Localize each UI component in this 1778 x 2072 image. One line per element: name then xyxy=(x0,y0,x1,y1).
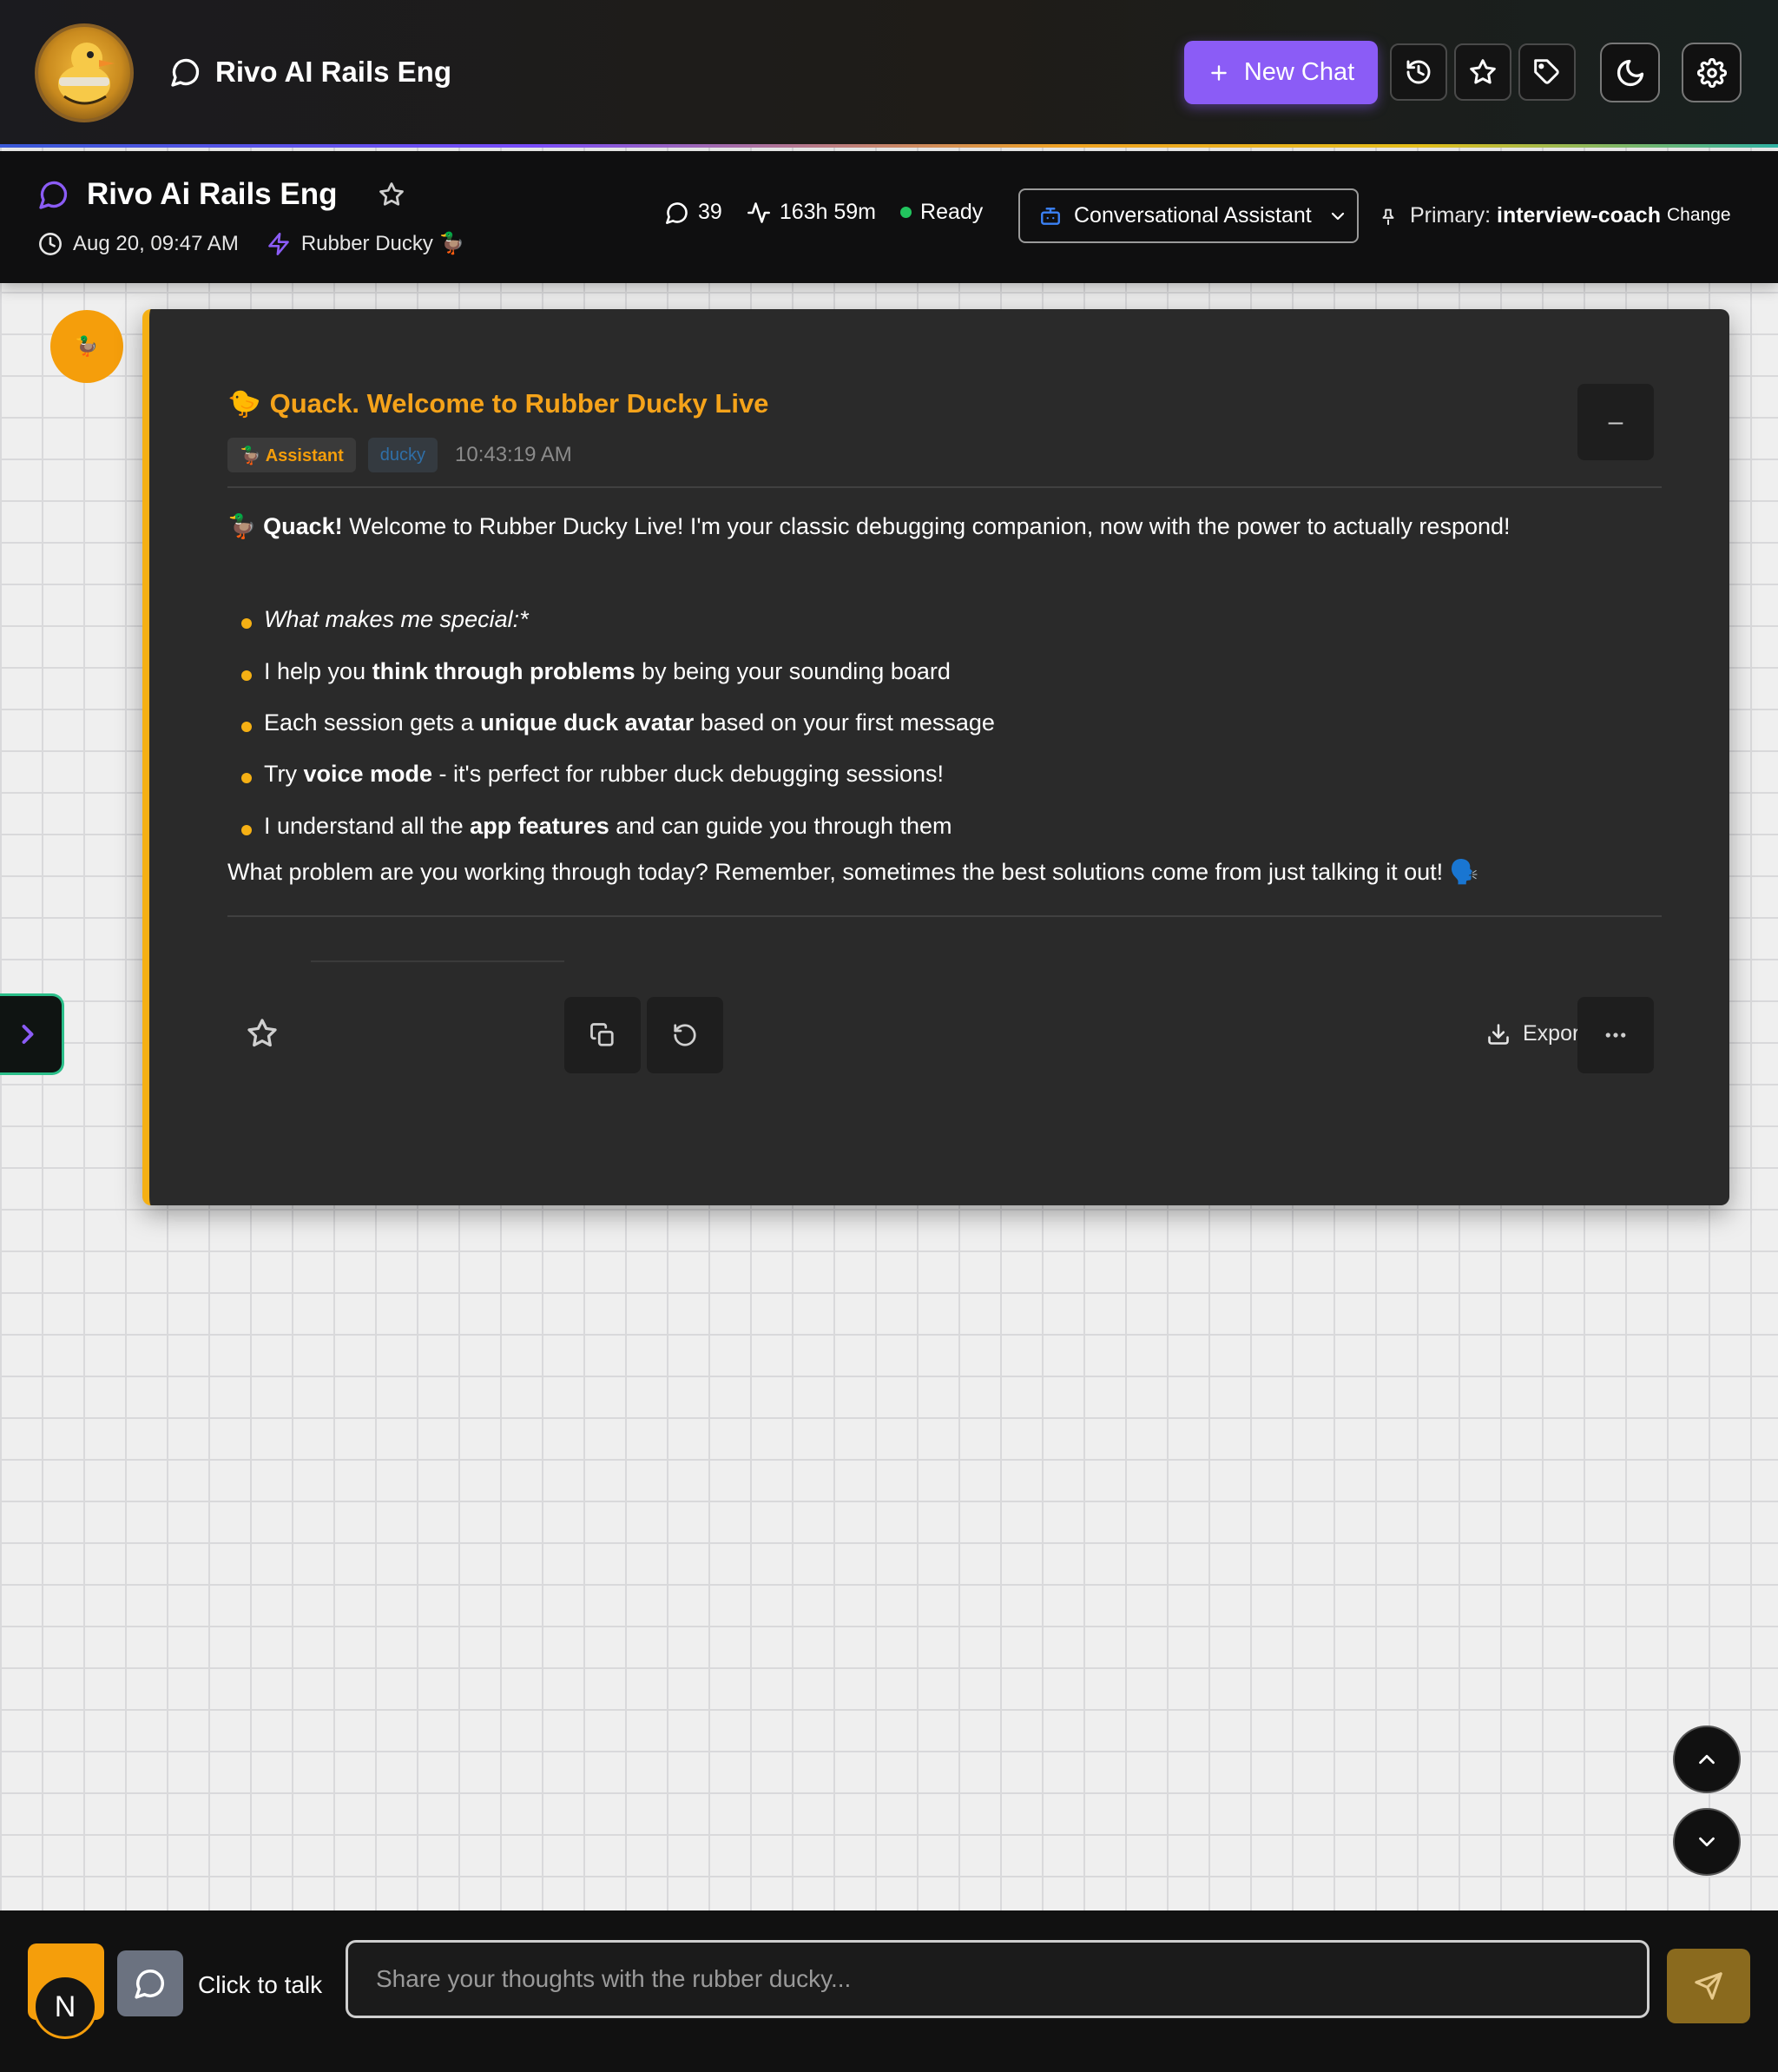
duckling-emoji: 🐤 xyxy=(227,388,261,419)
list-item: What makes me special:* xyxy=(227,606,529,633)
star-icon xyxy=(247,1018,278,1049)
message-badges: 🦆 Assistant ducky 10:43:19 AM xyxy=(227,438,572,472)
primary-agent: Primary: interview-coach xyxy=(1379,203,1661,228)
session-title-row: Rivo Ai Rails Eng xyxy=(38,177,405,212)
assistant-avatar: 🦆 xyxy=(50,310,123,383)
list-item: Each session gets a unique duck avatar b… xyxy=(227,709,995,736)
divider xyxy=(227,486,1662,488)
session-stats: 39 163h 59m Ready xyxy=(665,200,1007,225)
moon-icon xyxy=(1615,57,1646,89)
status-indicator: Ready xyxy=(900,200,983,225)
intro-emoji: 🦆 xyxy=(227,513,264,539)
session-duration: 163h 59m xyxy=(747,200,876,225)
refresh-icon xyxy=(672,1022,698,1048)
intro-bold: Quack! xyxy=(263,513,343,539)
click-to-talk-label[interactable]: Click to talk xyxy=(198,1971,322,1999)
session-meta: Aug 20, 09:47 AM Rubber Ducky 🦆 xyxy=(38,231,464,256)
user-avatar[interactable]: N xyxy=(33,1975,97,2039)
session-title: Rivo Ai Rails Eng xyxy=(87,177,338,211)
scroll-up-button[interactable] xyxy=(1673,1726,1741,1793)
session-date: Aug 20, 09:47 AM xyxy=(73,231,239,255)
send-icon xyxy=(1694,1971,1723,2001)
assistant-mode-select[interactable]: Conversational Assistant xyxy=(1018,188,1359,243)
activity-icon xyxy=(747,201,771,225)
chat-bubble-icon xyxy=(170,56,201,88)
role-badge: 🦆 Assistant xyxy=(227,438,356,472)
new-chat-label: New Chat xyxy=(1243,58,1355,86)
sidebar-toggle[interactable] xyxy=(0,993,64,1075)
chat-bubble-icon xyxy=(38,179,69,210)
app-title-group: Rivo AI Rails Eng xyxy=(170,56,451,89)
copy-button[interactable] xyxy=(564,997,641,1073)
status-text: Ready xyxy=(920,200,984,224)
history-button[interactable] xyxy=(1390,43,1447,101)
theme-toggle-button[interactable] xyxy=(1600,43,1660,102)
input-bar: N Click to talk xyxy=(0,1910,1778,2072)
history-icon xyxy=(1405,58,1432,86)
primary-label: Primary: xyxy=(1410,203,1492,228)
message-card: 🐤 Quack. Welcome to Rubber Ducky Live 🦆 … xyxy=(142,309,1729,1205)
message-intro: 🦆 Quack! Welcome to Rubber Ducky Live! I… xyxy=(227,512,1511,540)
lightning-icon xyxy=(267,232,291,256)
list-item: Try voice mode - it's perfect for rubber… xyxy=(227,761,944,788)
list-item: I help you think through problems by bei… xyxy=(227,658,951,685)
app-logo[interactable] xyxy=(35,23,134,122)
message-input[interactable] xyxy=(346,1940,1650,2018)
bot-icon xyxy=(1039,205,1062,228)
send-button[interactable] xyxy=(1667,1949,1750,2023)
app-title: Rivo AI Rails Eng xyxy=(215,56,451,88)
favorite-star-icon[interactable] xyxy=(379,181,405,208)
tags-button[interactable] xyxy=(1518,43,1576,101)
settings-button[interactable] xyxy=(1682,43,1742,102)
more-options-button[interactable] xyxy=(1577,997,1654,1073)
top-app-bar: Rivo AI Rails Eng New Chat xyxy=(0,0,1778,148)
message-closing: What problem are you working through tod… xyxy=(227,859,1479,885)
tag-badge[interactable]: ducky xyxy=(367,438,438,472)
regenerate-button[interactable] xyxy=(647,997,723,1073)
new-chat-button[interactable]: New Chat xyxy=(1184,41,1378,104)
status-dot-icon xyxy=(900,207,912,218)
duration-value: 163h 59m xyxy=(779,200,877,224)
divider xyxy=(227,915,1662,917)
session-header: Rivo Ai Rails Eng Aug 20, 09:47 AM Rubbe… xyxy=(0,151,1778,283)
message-title-text: Quack. Welcome to Rubber Ducky Live xyxy=(269,387,769,419)
chat-bubble-icon xyxy=(134,1967,167,2000)
collapse-button[interactable]: – xyxy=(1577,384,1654,460)
clock-icon xyxy=(38,232,63,256)
divider xyxy=(311,960,564,962)
message-icon xyxy=(665,201,689,225)
download-icon xyxy=(1486,1022,1511,1046)
session-persona: Rubber Ducky 🦆 xyxy=(300,232,465,255)
intro-text: Welcome to Rubber Ducky Live! I'm your c… xyxy=(342,513,1511,539)
star-icon xyxy=(1469,58,1497,86)
chevron-right-icon xyxy=(12,1019,43,1050)
copy-icon xyxy=(589,1022,616,1048)
pin-icon xyxy=(1379,207,1398,226)
chevron-down-icon xyxy=(1694,1829,1720,1855)
message-count: 39 xyxy=(665,200,722,225)
message-timestamp: 10:43:19 AM xyxy=(455,443,572,466)
gear-icon xyxy=(1696,57,1727,88)
message-title: 🐤 Quack. Welcome to Rubber Ducky Live xyxy=(227,387,768,419)
tag-icon xyxy=(1533,58,1561,86)
export-button[interactable]: Export xyxy=(1486,1021,1580,1046)
chevron-up-icon xyxy=(1694,1746,1720,1772)
chevron-down-icon xyxy=(1327,206,1348,227)
export-label: Export xyxy=(1523,1021,1580,1046)
message-count-value: 39 xyxy=(698,200,722,224)
favorites-button[interactable] xyxy=(1454,43,1511,101)
assistant-mode-label: Conversational Assistant xyxy=(1074,203,1312,228)
primary-value: interview-coach xyxy=(1497,203,1661,228)
change-primary-link[interactable]: Change xyxy=(1667,205,1731,226)
list-item: I understand all the app features and ca… xyxy=(227,813,952,840)
ellipsis-icon xyxy=(1603,1022,1629,1048)
favorite-message-button[interactable] xyxy=(247,1018,278,1049)
scroll-down-button[interactable] xyxy=(1673,1808,1741,1876)
plus-icon xyxy=(1208,62,1230,84)
text-mode-button[interactable] xyxy=(117,1950,183,2016)
